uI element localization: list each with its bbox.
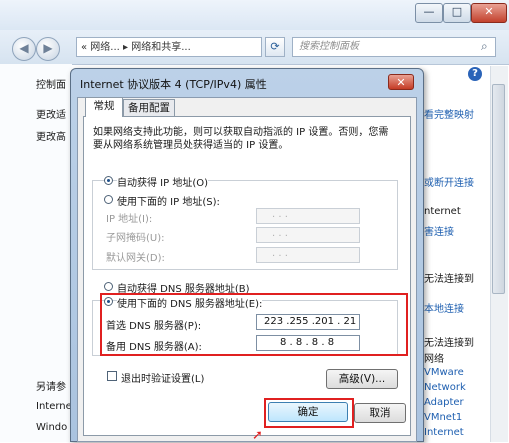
right-link-adapter[interactable]: Adapter — [424, 397, 464, 408]
advanced-button[interactable]: 高级(V)... — [326, 369, 398, 389]
subnet-mask-label: 子网掩码(U): — [106, 233, 165, 244]
dns-auto-radio[interactable] — [104, 282, 113, 291]
right-link-vmware[interactable]: VMware — [424, 367, 464, 378]
minimize-button[interactable]: — — [415, 3, 443, 23]
right-link-internet[interactable]: Internet — [424, 427, 464, 438]
left-see-also: 另请参 — [36, 382, 66, 393]
right-text-cannot-connect-2: 无法连接到 — [424, 338, 474, 349]
search-icon[interactable]: ⌕ — [481, 39, 495, 53]
right-link-disconnect[interactable]: 或断开连接 — [424, 174, 474, 189]
validate-label: 退出时验证设置(L) — [121, 374, 205, 385]
right-link-connection[interactable]: 害连接 — [424, 223, 454, 238]
right-text-cannot-connect-1: 无法连接到 — [424, 274, 474, 285]
scrollbar-thumb[interactable] — [492, 84, 505, 294]
maximize-button[interactable]: □ — [443, 3, 471, 23]
ip-address-value: . . . — [272, 209, 288, 220]
left-pane-title: 控制面 — [36, 80, 66, 91]
ip-manual-radio[interactable] — [104, 195, 113, 204]
validate-checkbox[interactable] — [107, 371, 117, 381]
right-link-full-map[interactable]: 看完整映射 — [424, 106, 474, 121]
ip-auto-radio[interactable] — [104, 176, 113, 185]
right-link-local-connection[interactable]: 本地连接 — [424, 300, 464, 315]
right-link-vmnet1[interactable]: VMnet1 — [424, 412, 462, 423]
left-link-advanced[interactable]: 更改高 — [36, 128, 66, 143]
search-input[interactable]: 搜索控制面板 — [292, 37, 496, 57]
dialog-title: Internet 协议版本 4 (TCP/IPv4) 属性 — [80, 78, 267, 91]
back-button[interactable]: ◀ — [12, 37, 36, 61]
left-link-windows[interactable]: Windo — [36, 422, 67, 433]
tab-alternate-config[interactable]: 备用配置 — [123, 99, 175, 116]
tab-general[interactable]: 常规 — [85, 97, 123, 117]
arrow-icon: ➚ — [252, 428, 263, 443]
cancel-button[interactable]: 取消 — [354, 403, 406, 423]
address-bar[interactable]: « 网络... ▸ 网络和共享... — [76, 37, 262, 57]
help-icon[interactable]: ? — [468, 67, 482, 81]
gateway-label: 默认网关(D): — [106, 253, 165, 264]
subnet-mask-value: . . . — [272, 228, 288, 239]
refresh-button[interactable]: ⟳ — [265, 37, 285, 57]
dns-highlight-box — [100, 293, 408, 356]
gateway-value: . . . — [272, 248, 288, 259]
ok-highlight-box — [264, 398, 354, 428]
right-link-network[interactable]: Network — [424, 382, 466, 393]
window-close-button[interactable]: ✕ — [471, 3, 507, 23]
ip-auto-label: 自动获得 IP 地址(O) — [117, 174, 209, 189]
left-link-adapter[interactable]: 更改适 — [36, 106, 66, 121]
forward-button[interactable]: ▶ — [36, 37, 60, 61]
left-link-internet[interactable]: Interne — [36, 401, 72, 412]
dialog-description: 如果网络支持此功能，则可以获取自动指派的 IP 设置。否则，您需要从网络系统管理… — [93, 127, 389, 151]
ip-address-label: IP 地址(I): — [106, 214, 153, 225]
right-text-network: 网络 — [424, 354, 444, 365]
dialog-close-button[interactable]: ✕ — [388, 74, 414, 90]
ip-manual-label: 使用下面的 IP 地址(S): — [117, 197, 220, 208]
right-text-internet: nternet — [424, 206, 461, 217]
